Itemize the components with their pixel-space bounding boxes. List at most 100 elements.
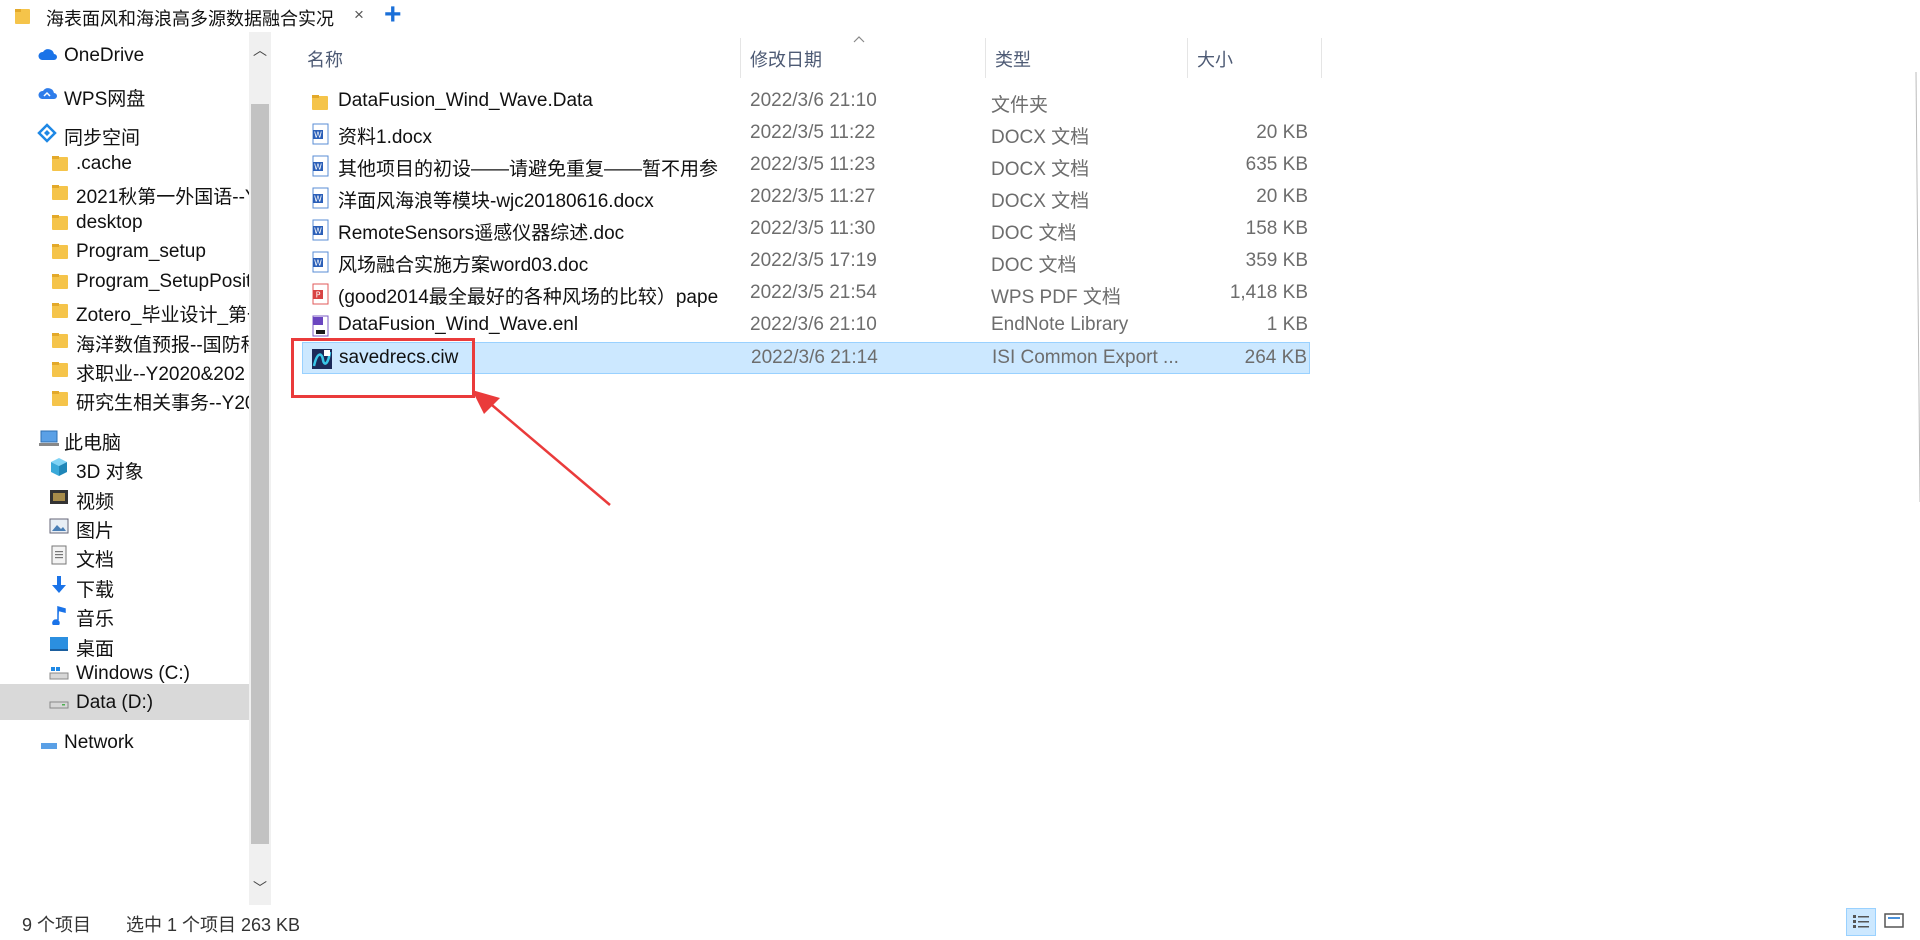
network-icon <box>41 743 57 749</box>
column-date-label: 修改日期 <box>750 50 822 70</box>
column-type-label: 类型 <box>995 50 1031 70</box>
word-doc-icon: W <box>312 187 329 209</box>
annotation-arrow <box>472 390 611 506</box>
scroll-up-icon[interactable]: ︿ <box>253 40 267 60</box>
network-icon <box>38 731 60 753</box>
this-pc-icon <box>38 427 60 449</box>
file-name: DataFusion_Wind_Wave.Data <box>338 90 593 111</box>
file-type: WPS PDF 文档 <box>991 287 1121 308</box>
nav-item[interactable]: 研究生相关事务--Y20 <box>0 380 249 416</box>
large-icons-view-icon <box>1884 913 1904 928</box>
tab-title: 海表面风和海浪高多源数据融合实况 <box>46 9 334 29</box>
folder-icon <box>50 240 72 262</box>
nav-item[interactable]: Network <box>0 724 249 760</box>
file-row[interactable]: W 资料1.docx 2022/3/5 11:22 DOCX 文档 20 KB <box>302 118 1310 150</box>
nav-item-label: Network <box>64 732 134 753</box>
column-header-type[interactable]: 类型 <box>986 32 1187 82</box>
folder-icon <box>52 391 68 406</box>
sync-space-icon <box>36 122 58 144</box>
word-doc-icon: W <box>310 219 330 241</box>
nav-item-label: Windows (C:) <box>76 663 191 684</box>
drive-d-icon <box>48 691 70 713</box>
cloud-icon <box>38 49 57 60</box>
explorer-tab[interactable]: 海表面风和海浪高多源数据融合实况 × <box>0 0 378 32</box>
column-header-size[interactable]: 大小 <box>1188 32 1322 82</box>
file-size: 20 KB <box>1256 122 1308 143</box>
close-tab-icon[interactable]: × <box>354 5 364 25</box>
folder-icon <box>50 181 72 203</box>
column-divider[interactable] <box>1321 38 1322 78</box>
file-row[interactable]: W 其他项目的初设——请避免重复——暂不用参... 2022/3/5 11:23 DO… <box>302 150 1310 182</box>
svg-text:W: W <box>314 259 322 268</box>
nav-item-label: WPS网盘 <box>64 89 146 110</box>
scroll-down-icon[interactable]: ﹀ <box>253 878 267 898</box>
file-row[interactable]: W RemoteSensors遥感仪器综述.doc 2022/3/5 11:30 DO… <box>302 214 1310 246</box>
svg-text:W: W <box>314 195 322 204</box>
file-row[interactable]: W 洋面风海浪等模块-wjc20180616.docx 2022/3/5 11:27… <box>302 182 1310 214</box>
nav-item-label: Data (D:) <box>76 692 154 713</box>
nav-item[interactable]: Data (D:) <box>0 684 249 720</box>
file-name: 风场融合实施方案word03.doc <box>338 255 589 276</box>
this-pc-icon <box>39 430 59 446</box>
download-icon <box>52 576 66 593</box>
folder-icon <box>52 244 68 259</box>
folder-icon <box>50 329 72 351</box>
file-name: RemoteSensors遥感仪器综述.doc <box>338 223 625 244</box>
nav-item[interactable]: OneDrive <box>0 37 249 73</box>
folder-icon <box>50 358 72 380</box>
nav-item-label: Program_setup <box>76 241 206 262</box>
nav-item-label: Program_SetupPosit <box>76 271 249 292</box>
cloud-icon <box>36 44 58 66</box>
folder-icon <box>50 387 72 409</box>
file-date: 2022/3/6 21:14 <box>751 347 878 368</box>
endnote-icon <box>312 315 329 337</box>
svg-text:W: W <box>314 131 322 140</box>
word-doc-icon: W <box>310 187 330 209</box>
folder-icon <box>50 152 72 174</box>
file-type: DOC 文档 <box>991 223 1077 244</box>
large-icons-view-button[interactable] <box>1880 908 1910 936</box>
svg-text:W: W <box>314 227 322 236</box>
pdf-icon: P <box>312 283 329 305</box>
file-type: DOCX 文档 <box>991 159 1090 180</box>
file-type: 文件夹 <box>991 95 1049 116</box>
pdf-icon: P <box>310 283 330 305</box>
file-row[interactable]: W 风场融合实施方案word03.doc 2022/3/5 17:19 DOC 文档 3… <box>302 246 1310 278</box>
folder-icon <box>15 9 30 24</box>
navigation-pane: OneDrive WPS网盘 同步空间 .cache 2021秋第一外国语--Y desk… <box>0 32 249 905</box>
file-row[interactable]: P (good2014最全最好的各种风场的比较）pape... 2022/3/5 2… <box>302 278 1310 310</box>
file-type: EndNote Library <box>991 314 1129 335</box>
wps-cloud-icon <box>36 83 58 105</box>
file-size: 1,418 KB <box>1229 282 1308 303</box>
3d-objects-icon <box>48 456 70 478</box>
desktop-icon <box>50 637 68 651</box>
annotation-highlight-box <box>291 338 475 398</box>
word-doc-icon: W <box>310 155 330 177</box>
word-doc-icon: W <box>312 251 329 273</box>
folder-icon <box>52 185 68 200</box>
folder-icon <box>52 303 68 318</box>
nav-scroll-thumb[interactable] <box>251 104 269 844</box>
nav-item[interactable]: WPS网盘 <box>0 76 249 112</box>
file-name: (good2014最全最好的各种风场的比较）pape... <box>338 287 718 308</box>
word-doc-icon: W <box>310 123 330 145</box>
word-doc-icon: W <box>312 155 329 177</box>
drive-c-icon <box>49 667 69 680</box>
file-date: 2022/3/5 21:54 <box>750 282 877 303</box>
column-size-label: 大小 <box>1197 50 1233 70</box>
file-date: 2022/3/5 17:19 <box>750 250 877 271</box>
new-tab-icon[interactable]: + <box>384 0 402 32</box>
folder-icon <box>312 95 328 110</box>
video-icon <box>48 486 70 508</box>
nav-item-label: desktop <box>76 212 143 233</box>
file-type: DOC 文档 <box>991 255 1077 276</box>
column-name-label: 名称 <box>307 50 343 70</box>
nav-scrollbar[interactable]: ︿ ﹀ <box>249 32 271 905</box>
right-edge-scroll-marker <box>1915 71 1920 503</box>
file-row[interactable]: DataFusion_Wind_Wave.Data 2022/3/6 21:10 文… <box>302 86 1310 118</box>
documents-icon <box>48 544 70 566</box>
details-view-button[interactable] <box>1846 908 1876 936</box>
word-doc-icon: W <box>312 123 329 145</box>
column-header-name[interactable]: 名称 <box>283 32 740 82</box>
svg-text:W: W <box>314 163 322 172</box>
